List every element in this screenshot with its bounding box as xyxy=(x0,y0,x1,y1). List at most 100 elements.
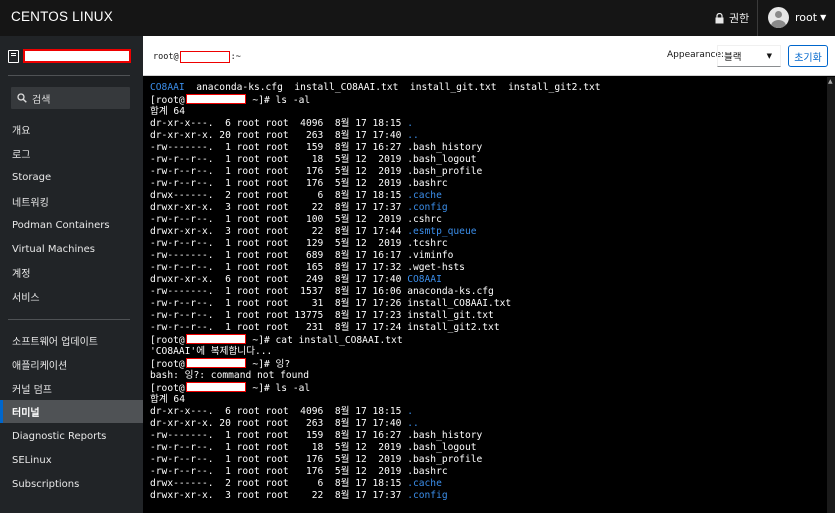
sidebar-divider xyxy=(8,75,130,76)
terminal-text: drwxr-xr-x. 6 root root 249 8월 17 17:40 xyxy=(150,274,408,285)
privileges-label: 권한 xyxy=(729,12,750,25)
search-icon xyxy=(17,93,27,103)
terminal-text: drwxr-xr-x. 3 root root 22 8월 17 17:44 xyxy=(150,226,408,237)
terminal-text: -rw-------. 1 root root 159 8월 17 16:27 … xyxy=(150,430,483,441)
hostname-redacted xyxy=(179,51,230,63)
sidebar-item-storage[interactable]: Storage xyxy=(0,166,143,189)
terminal-text: dr-xr-xr-x. 20 root root 263 8월 17 17:40 xyxy=(150,418,408,429)
terminal-line: -rw-------. 1 root root 689 8월 17 16:17 … xyxy=(150,250,827,262)
terminal-line: dr-xr-xr-x. 20 root root 263 8월 17 17:40… xyxy=(150,130,827,142)
terminal-text: [root@ xyxy=(150,95,185,106)
terminal-text: -rw-r--r--. 1 root root 176 5월 12 2019 .… xyxy=(150,466,448,477)
directory-name: . xyxy=(407,118,413,129)
search-input[interactable]: 검색 xyxy=(11,87,130,109)
terminal-text: [root@ xyxy=(150,383,185,394)
privileges-toggle[interactable]: 권한 xyxy=(715,10,749,26)
terminal-text: bash: 잉?: command not found xyxy=(150,370,310,381)
header-divider xyxy=(757,0,758,36)
terminal-text: -rw-r--r--. 1 root root 18 5월 12 2019 .b… xyxy=(150,442,477,453)
caret-down-icon: ▼ xyxy=(820,13,827,22)
hostname-redacted xyxy=(185,358,246,368)
terminal-text: 합계 64 xyxy=(150,106,185,117)
terminal-line: drwxr-xr-x. 6 root root 249 8월 17 17:40 … xyxy=(150,274,827,286)
sidebar-item-overview[interactable]: 개요 xyxy=(0,118,143,141)
appearance-value: 블랙 xyxy=(724,52,742,63)
directory-name: .. xyxy=(407,418,419,429)
sidebar-item-software-updates[interactable]: 소프트웨어 업데이트 xyxy=(0,329,143,352)
terminal-text: [root@ xyxy=(150,335,185,346)
sidebar-item-vms[interactable]: Virtual Machines xyxy=(0,238,143,261)
caret-down-icon: ▼ xyxy=(766,52,772,60)
terminal-text: drwx------. 2 root root 6 8월 17 18:15 xyxy=(150,478,408,489)
terminal-line: -rw-------. 1 root root 159 8월 17 16:27 … xyxy=(150,430,827,442)
terminal-text: -rw-r--r--. 1 root root 31 8월 17 17:26 i… xyxy=(150,298,512,309)
terminal-line: -rw-r--r--. 1 root root 18 5월 12 2019 .b… xyxy=(150,442,827,454)
lock-icon xyxy=(715,12,724,23)
reset-button[interactable]: 초기화 xyxy=(788,45,828,67)
terminal-line: -rw-r--r--. 1 root root 100 5월 12 2019 .… xyxy=(150,214,827,226)
terminal-text: drwxr-xr-x. 3 root root 22 8월 17 17:37 xyxy=(150,202,408,213)
sidebar-item-terminal[interactable]: 터미널 xyxy=(0,400,143,423)
terminal-line: -rw-r--r--. 1 root root 129 5월 12 2019 .… xyxy=(150,238,827,250)
terminal-scrollbar[interactable]: ▲ xyxy=(827,77,835,513)
sidebar-item-networking[interactable]: 네트워킹 xyxy=(0,190,143,213)
terminal-line: drwx------. 2 root root 6 8월 17 18:15 .c… xyxy=(150,478,827,490)
terminal-text: -rw-r--r--. 1 root root 176 5월 12 2019 .… xyxy=(150,166,483,177)
avatar-icon xyxy=(768,7,789,28)
directory-name: . xyxy=(407,406,413,417)
sidebar-item-subscriptions[interactable]: Subscriptions xyxy=(0,473,143,496)
terminal-line: -rw-r--r--. 1 root root 176 5월 12 2019 .… xyxy=(150,466,827,478)
terminal-text: [root@ xyxy=(150,359,185,370)
terminal-line: bash: 잉?: command not found xyxy=(150,370,827,382)
terminal-line: [root@ ~]# cat install_CO8AAI.txt xyxy=(150,334,827,346)
terminal-text: -rw-r--r--. 1 root root 129 5월 12 2019 .… xyxy=(150,238,448,249)
terminal-text: ~]# ls -al xyxy=(246,95,311,106)
terminal-line: -rw-------. 1 root root 159 8월 17 16:27 … xyxy=(150,142,827,154)
sidebar: 검색 개요 로그 Storage 네트워킹 Podman Containers … xyxy=(0,36,143,513)
terminal-line: 합계 64 xyxy=(150,394,827,406)
terminal-line: drwxr-xr-x. 3 root root 22 8월 17 17:37 .… xyxy=(150,202,827,214)
masthead: CENTOS LINUX 권한 root ▼ xyxy=(0,0,835,36)
sidebar-item-accounts[interactable]: 계정 xyxy=(0,261,143,284)
hostname-redacted xyxy=(23,49,131,63)
sidebar-item-selinux[interactable]: SELinux xyxy=(0,449,143,472)
terminal-text: dr-xr-x---. 6 root root 4096 8월 17 18:15 xyxy=(150,406,408,417)
terminal-line: -rw-r--r--. 1 root root 231 8월 17 17:24 … xyxy=(150,322,827,334)
appearance-select[interactable]: 블랙 ▼ xyxy=(717,45,781,67)
terminal-text: -rw-------. 1 root root 1537 8월 17 16:06… xyxy=(150,286,494,297)
terminal-text: -rw-r--r--. 1 root root 100 5월 12 2019 .… xyxy=(150,214,442,225)
terminal-text: -rw-------. 1 root root 689 8월 17 16:17 … xyxy=(150,250,454,261)
terminal-line: 'CO8AAI'에 복제합니다... xyxy=(150,346,827,358)
sidebar-item-kernel-dump[interactable]: 커널 덤프 xyxy=(0,377,143,400)
sidebar-item-podman[interactable]: Podman Containers xyxy=(0,214,143,237)
terminal-line: [root@ ~]# ls -al xyxy=(150,382,827,394)
sidebar-item-applications[interactable]: 애플리케이션 xyxy=(0,353,143,376)
terminal-title: root@ :~ xyxy=(153,51,241,63)
terminal-line: -rw-r--r--. 1 root root 18 5월 12 2019 .b… xyxy=(150,154,827,166)
terminal-text: -rw-------. 1 root root 159 8월 17 16:27 … xyxy=(150,142,483,153)
terminal-text: ~]# cat install_CO8AAI.txt xyxy=(246,335,403,346)
host-switcher[interactable] xyxy=(8,48,132,64)
sidebar-item-diagnostic-reports[interactable]: Diagnostic Reports xyxy=(0,425,143,448)
sidebar-item-logs[interactable]: 로그 xyxy=(0,142,143,165)
sidebar-item-services[interactable]: 서비스 xyxy=(0,285,143,308)
terminal-line: 합계 64 xyxy=(150,106,827,118)
terminal-text: -rw-r--r--. 1 root root 18 5월 12 2019 .b… xyxy=(150,154,477,165)
directory-name: .cache xyxy=(407,478,442,489)
terminal-title-prefix: root@ xyxy=(153,52,179,62)
terminal-output[interactable]: CO8AAI anaconda-ks.cfg install_CO8AAI.tx… xyxy=(143,77,827,513)
terminal-text: ~]# 잉? xyxy=(246,359,291,370)
terminal-line: -rw-r--r--. 1 root root 176 5월 12 2019 .… xyxy=(150,178,827,190)
hostname-redacted xyxy=(185,382,246,392)
directory-name: .config xyxy=(407,490,448,501)
directory-name: .esmtp_queue xyxy=(407,226,477,237)
brand-title: CENTOS LINUX xyxy=(11,9,113,24)
terminal-text: -rw-r--r--. 1 root root 13775 8월 17 17:2… xyxy=(150,310,494,321)
terminal-line: drwx------. 2 root root 6 8월 17 18:15 .c… xyxy=(150,190,827,202)
directory-name: .config xyxy=(407,202,448,213)
terminal-text: drwxr-xr-x. 3 root root 22 8월 17 17:37 xyxy=(150,490,408,501)
hostname-redacted xyxy=(185,334,246,344)
user-name: root xyxy=(795,11,818,24)
user-menu[interactable]: root ▼ xyxy=(768,7,826,28)
terminal-title-suffix: :~ xyxy=(230,52,241,62)
